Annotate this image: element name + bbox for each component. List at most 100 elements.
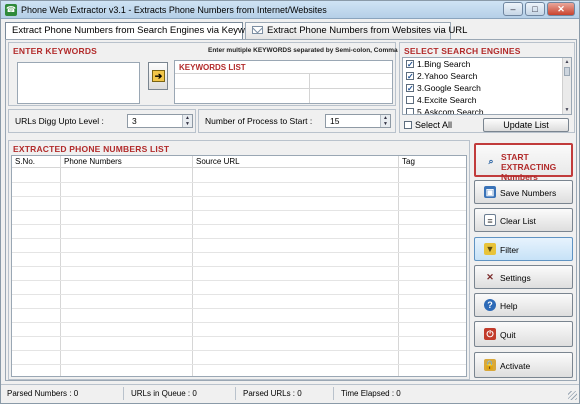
scroll-up-icon[interactable]: ▲ [563,58,571,66]
filter-label: Filter [500,245,519,255]
process-count-label: Number of Process to Start : [205,116,313,126]
column-header-source-url[interactable]: Source URL [196,157,240,166]
extracted-numbers-title: EXTRACTED PHONE NUMBERS LIST [13,144,170,154]
settings-icon: ✕ [486,272,494,282]
spin-down-icon[interactable]: ▼ [183,121,192,127]
keywords-list-title: KEYWORDS LIST [179,63,246,72]
app-window: ☎ Phone Web Extractor v3.1 - Extracts Ph… [0,0,580,404]
resize-grip[interactable] [568,391,577,400]
enter-keywords-group: ENTER KEYWORDS Enter multiple KEYWORDS s… [8,42,398,106]
engine-label: 3.Google Search [417,83,481,93]
checkbox-checked-icon[interactable] [406,71,414,82]
process-count-value: 15 [330,116,340,126]
row-divider [12,364,466,365]
tab-search-engines[interactable]: Extract Phone Numbers from Search Engine… [5,22,263,40]
maximize-button[interactable]: □ [525,2,545,16]
search-engines-title: SELECT SEARCH ENGINES [404,46,521,56]
engine-label: 1.Bing Search [417,59,471,69]
activate-icon: 🔒 [484,359,496,371]
arrow-right-icon: ➔ [152,70,165,82]
engine-item-askcom[interactable]: 5.Askcom Search [406,107,484,115]
window-title: Phone Web Extractor v3.1 - Extracts Phon… [21,5,327,15]
checkbox-icon[interactable] [406,108,414,114]
status-separator [235,387,236,400]
status-separator [333,387,334,400]
select-all-label: Select All [415,120,453,130]
clear-list-button[interactable]: ≡ Clear List [474,208,573,232]
urls-digg-level-input[interactable]: 3 ▲ ▼ [127,114,193,128]
process-count-input[interactable]: 15 ▲ ▼ [325,114,391,128]
engine-label: 2.Yahoo Search [417,71,478,81]
keywords-input[interactable] [17,62,140,104]
status-separator [123,387,124,400]
activate-label: Activate [500,361,531,371]
engine-label: 4.Excite Search [417,95,477,105]
row-divider [12,266,466,267]
spin-down-icon[interactable]: ▼ [381,121,390,127]
search-icon: ⌕ [488,156,494,166]
engine-item-bing[interactable]: 1.Bing Search [406,59,470,70]
column-header-tag[interactable]: Tag [402,157,415,166]
engine-item-google[interactable]: 3.Google Search [406,83,481,94]
row-divider [12,336,466,337]
filter-icon: ▼ [484,243,496,255]
column-header-sno[interactable]: S.No. [15,157,35,166]
extracted-numbers-group: EXTRACTED PHONE NUMBERS LIST S.No. Phone… [8,140,470,380]
start-extracting-button[interactable]: ⌕ START EXTRACTING Numbers [474,143,573,182]
urls-digg-level-label: URLs Digg Upto Level : [15,116,104,126]
save-numbers-label: Save Numbers [500,188,557,198]
scroll-down-icon[interactable]: ▼ [563,106,571,114]
minimize-button[interactable]: – [503,2,523,16]
tab-websites-url-label: Extract Phone Numbers from Websites via … [267,25,468,36]
filter-button[interactable]: ▼ Filter [474,237,573,261]
checkbox-checked-icon[interactable] [406,83,414,94]
engine-item-yahoo[interactable]: 2.Yahoo Search [406,71,477,82]
results-table[interactable]: S.No. Phone Numbers Source URL Tag [11,155,467,377]
row-divider [12,238,466,239]
mail-icon [252,26,263,34]
help-icon: ? [484,299,496,311]
update-list-button[interactable]: Update List [483,118,569,132]
scroll-thumb[interactable] [564,67,570,76]
tab-websites-url[interactable]: Extract Phone Numbers from Websites via … [245,22,467,39]
process-count-spinner[interactable]: ▲ ▼ [380,115,390,127]
add-keyword-button[interactable]: ➔ [148,62,168,90]
search-engine-list[interactable]: 1.Bing Search 2.Yahoo Search 3.Google Se… [402,57,572,115]
save-icon: ▣ [484,186,496,198]
settings-button[interactable]: ✕ Settings [474,265,573,289]
engine-list-scrollbar[interactable]: ▲ ▼ [562,58,571,114]
keywords-hint: Enter multiple KEYWORDS separated by Sem… [208,47,398,54]
row-divider [12,196,466,197]
activate-button[interactable]: 🔒 Activate [474,352,573,378]
checkbox-icon[interactable] [406,96,414,104]
quit-button[interactable]: ⏻ Quit [474,321,573,347]
row-divider [12,210,466,211]
urls-digg-level-spinner[interactable]: ▲ ▼ [182,115,192,127]
column-header-phone[interactable]: Phone Numbers [64,157,122,166]
engine-label: 5.Askcom Search [417,107,484,115]
process-count-group: Number of Process to Start : 15 ▲ ▼ [198,109,396,133]
close-button[interactable]: ✕ [547,2,575,16]
help-button[interactable]: ? Help [474,293,573,317]
tab-search-engines-label: Extract Phone Numbers from Search Engine… [12,25,264,36]
row-divider [12,322,466,323]
checkbox-checked-icon[interactable] [406,59,414,70]
keywords-list-divider [175,88,392,89]
select-all-checkbox[interactable]: Select All [404,120,452,130]
status-parsed-numbers: Parsed Numbers : 0 [7,389,79,398]
settings-label: Settings [500,273,531,283]
save-numbers-button[interactable]: ▣ Save Numbers [474,180,573,204]
urls-digg-level-value: 3 [132,116,137,126]
row-divider [12,308,466,309]
row-divider [12,224,466,225]
row-divider [12,182,466,183]
engine-item-excite[interactable]: 4.Excite Search [406,95,477,106]
enter-keywords-title: ENTER KEYWORDS [13,46,98,56]
urls-digg-level-group: URLs Digg Upto Level : 3 ▲ ▼ [8,109,196,133]
checkbox-icon[interactable] [404,121,412,129]
keywords-list[interactable]: KEYWORDS LIST [174,60,393,104]
title-bar: ☎ Phone Web Extractor v3.1 - Extracts Ph… [1,1,579,19]
search-engines-group: SELECT SEARCH ENGINES 1.Bing Search 2.Ya… [399,42,575,133]
quit-label: Quit [500,330,516,340]
keywords-list-divider [309,73,310,103]
